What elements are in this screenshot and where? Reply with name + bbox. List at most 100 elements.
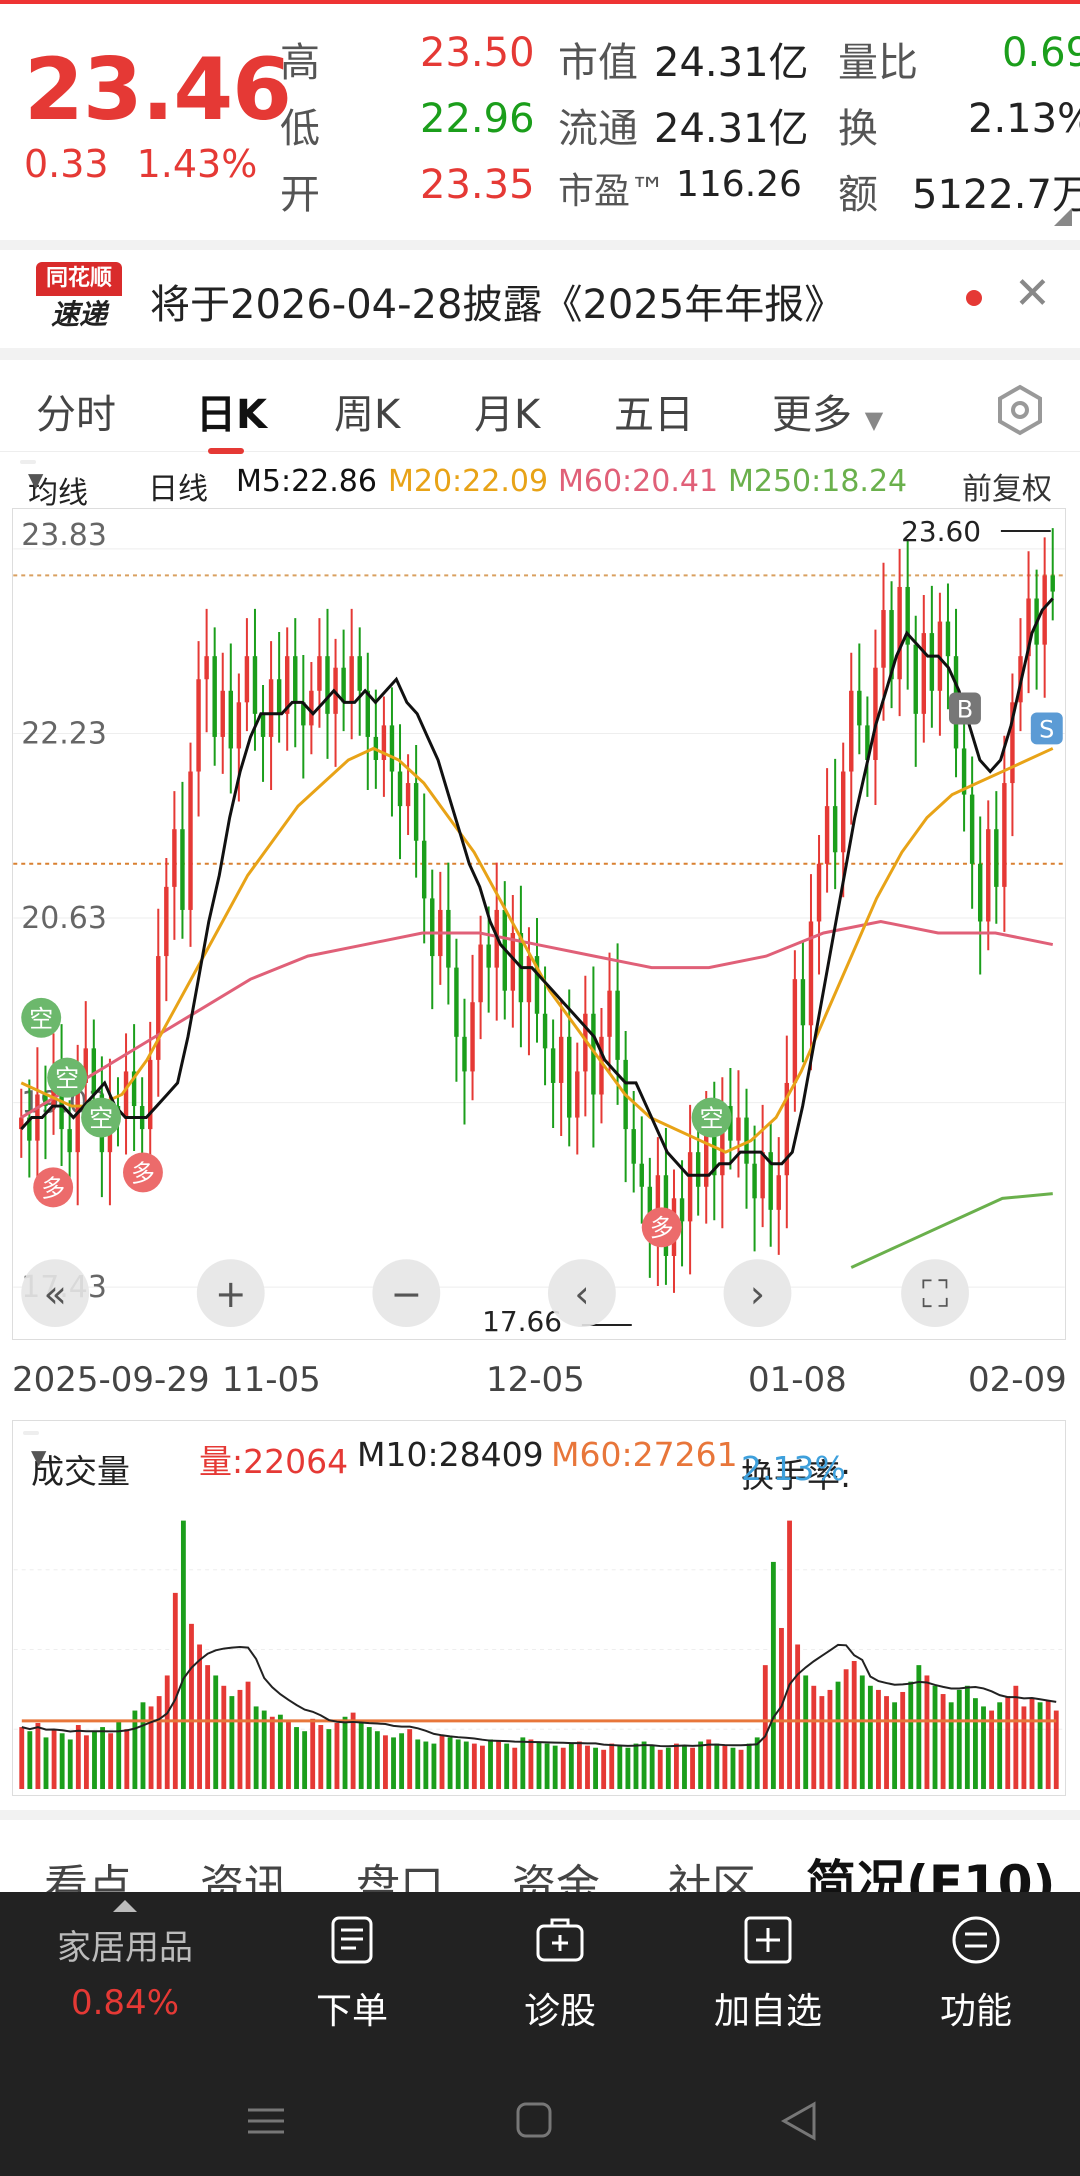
candle <box>857 690 862 726</box>
candle <box>220 690 225 737</box>
add-watchlist-button[interactable]: 加自选 <box>698 1914 838 2034</box>
news-banner[interactable]: 同花顺 速递 将于2026-04-28披露《2025年年报》 ✕ <box>0 240 1080 338</box>
low-value: 22.96 <box>420 96 535 142</box>
volume-bar <box>342 1716 348 1790</box>
volume-bar <box>859 1675 865 1790</box>
volume-bar <box>1005 1696 1011 1790</box>
volume-bar <box>67 1739 73 1790</box>
place-order-button[interactable]: 下单 <box>282 1914 422 2034</box>
volume-bar <box>172 1592 178 1790</box>
volume-chart[interactable] <box>12 1490 1066 1796</box>
candle <box>704 1129 709 1187</box>
ma20-value: M20:22.09 <box>388 464 549 499</box>
volume-bar <box>455 1739 461 1790</box>
functions-button[interactable]: 功能 <box>906 1914 1046 2034</box>
tab-five-day[interactable]: 五日 <box>614 382 694 440</box>
adjust-mode[interactable]: 前复权 <box>962 464 1052 508</box>
candle <box>1050 575 1055 592</box>
candle <box>542 1013 548 1049</box>
back-icon[interactable] <box>770 2096 830 2146</box>
y-tick-label: 23.83 <box>21 518 107 553</box>
volume-bar <box>625 1747 631 1790</box>
vol-m60-value: M60:27261 <box>551 1435 738 1474</box>
volume-bar <box>665 1747 671 1790</box>
quote-header: 23.46 0.33 1.43% 高 23.50 低 22.96 开 23.35 … <box>0 4 1080 234</box>
volume-bar <box>722 1745 728 1790</box>
tab-intraday[interactable]: 分时 <box>36 382 116 440</box>
expand-corner-icon[interactable] <box>1054 208 1072 226</box>
volume-bar <box>318 1725 324 1790</box>
y-tick-label: 22.23 <box>21 716 107 751</box>
tab-daily-k[interactable]: 日K <box>196 382 267 440</box>
candle <box>276 679 282 714</box>
volume-bar <box>1045 1700 1051 1790</box>
volume-bar <box>488 1739 493 1790</box>
tab-order-book[interactable]: 盘口 <box>356 1850 444 1892</box>
volume-bar <box>690 1747 695 1790</box>
volume-bar <box>964 1685 970 1790</box>
volume-bar <box>520 1737 526 1790</box>
volume-type-dropdown[interactable]: 成交量 ▼ <box>23 1431 130 1491</box>
candle <box>252 656 258 714</box>
tab-more[interactable]: 更多 ▼ <box>772 382 883 440</box>
volume-bar <box>205 1665 211 1790</box>
recent-apps-icon[interactable] <box>236 2096 296 2146</box>
menu-circle-icon <box>952 1916 1000 1964</box>
volume-bar <box>59 1733 65 1790</box>
volume-bar <box>197 1644 202 1790</box>
tab-news[interactable]: 资讯 <box>200 1850 288 1892</box>
vol-m10-value: M10:28409 <box>357 1435 544 1474</box>
unread-dot <box>966 290 982 306</box>
volume-bar <box>294 1727 299 1790</box>
candle <box>840 771 846 853</box>
candlestick-chart[interactable]: 23.8322.2320.6319.0317.4323.6017.66空空多多空… <box>12 508 1066 1340</box>
volume-bar <box>496 1741 502 1790</box>
news-text[interactable]: 将于2026-04-28披露《2025年年报》 <box>150 272 844 330</box>
volume-bar <box>221 1685 227 1790</box>
candle <box>470 1002 475 1072</box>
tab-weekly-k[interactable]: 周K <box>334 382 400 440</box>
candle <box>977 863 983 922</box>
volume-bar <box>423 1741 429 1790</box>
candle <box>986 829 991 922</box>
active-tab-indicator <box>208 448 244 454</box>
volume-bar <box>51 1729 57 1790</box>
high-value: 23.50 <box>420 30 535 76</box>
settings-hexagon-icon[interactable] <box>994 384 1046 436</box>
volume-bar <box>140 1702 146 1790</box>
open-label: 开 <box>280 172 320 218</box>
tab-monthly-k[interactable]: 月K <box>474 382 540 440</box>
tab-community[interactable]: 社区 <box>668 1850 756 1892</box>
candle <box>679 1198 685 1222</box>
diagnose-stock-button[interactable]: 诊股 <box>490 1914 630 2034</box>
candle <box>639 1163 644 1187</box>
volume-bar <box>156 1696 162 1790</box>
volume-bar <box>108 1733 114 1790</box>
mktcap-label: 市值 <box>558 40 638 86</box>
low-label: 低 <box>280 106 320 152</box>
tab-capital-flow[interactable]: 资金 <box>512 1850 600 1892</box>
sector-indicator[interactable]: 家居用品 0.84% <box>20 1892 230 2023</box>
home-icon[interactable] <box>504 2096 564 2146</box>
tab-f10-profile[interactable]: 简况(F10) <box>806 1844 1055 1892</box>
volume-bar <box>673 1743 679 1790</box>
candle <box>430 898 435 957</box>
close-icon[interactable]: ✕ <box>1014 268 1051 319</box>
volume-bar <box>633 1743 639 1790</box>
signal-marker-label: 空 <box>700 1105 724 1133</box>
volume-bar <box>876 1689 881 1790</box>
volume-bar <box>431 1743 437 1790</box>
volume-bar <box>1013 1685 1019 1790</box>
last-price: 23.46 <box>24 40 292 140</box>
signal-marker-label: 空 <box>55 1065 79 1093</box>
chart-nav-glyph: ‹ <box>574 1272 589 1316</box>
ma60-value: M60:20.41 <box>558 464 719 499</box>
candle <box>212 656 217 737</box>
volume-bar <box>407 1729 413 1790</box>
bottom-action-bar: 家居用品 0.84% 下单 诊股 加自选 功能 <box>0 1892 1080 2176</box>
volume-bar <box>997 1702 1003 1790</box>
volume-bar <box>867 1685 873 1790</box>
tab-highlights[interactable]: 看点 <box>44 1850 132 1892</box>
ma-type-dropdown[interactable]: 均线 ▼ <box>20 460 88 511</box>
volume-bar <box>956 1689 962 1790</box>
